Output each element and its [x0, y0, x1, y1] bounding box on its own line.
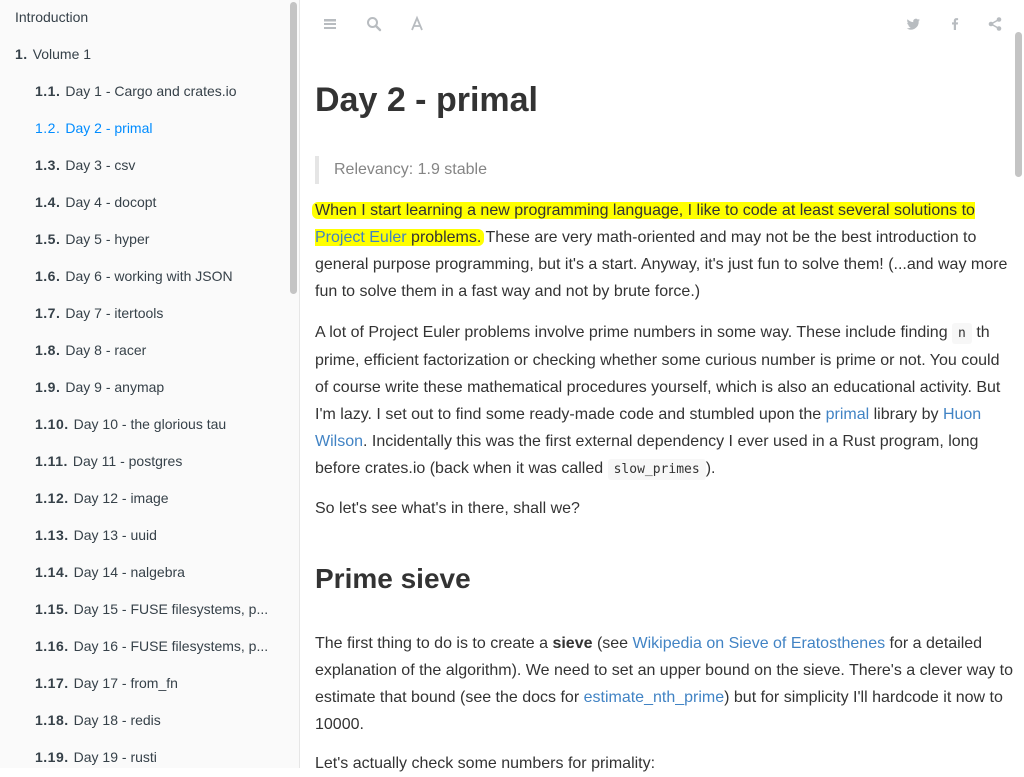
sidebar-item-day[interactable]: 1.3. Day 3 - csv	[0, 154, 299, 176]
sidebar-item-number: 1.11.	[35, 453, 68, 469]
primes-paragraph: A lot of Project Euler problems involve …	[315, 319, 1015, 483]
twitter-icon[interactable]	[903, 14, 923, 34]
sidebar-item-label: Day 11 - postgres	[72, 453, 183, 469]
sidebar-item-label: Day 10 - the glorious tau	[73, 416, 227, 432]
sidebar-item-number: 1.7.	[35, 305, 61, 321]
paragraph-text: problems.	[406, 229, 482, 246]
sidebar-item-number: 1.4.	[35, 194, 61, 210]
sidebar-item-label: Day 19 - rusti	[73, 749, 157, 765]
primal-link[interactable]: primal	[826, 406, 870, 423]
page-title: Day 2 - primal	[315, 81, 538, 119]
sidebar-item-label: Day 4 - docopt	[65, 194, 157, 210]
sidebar-item-number: 1.16.	[35, 638, 69, 654]
sidebar-item-day[interactable]: 1.12. Day 12 - image	[0, 487, 299, 509]
sidebar-item-day[interactable]: 1.15. Day 15 - FUSE filesystems, p...	[0, 598, 299, 620]
sidebar-item-label: Day 12 - image	[73, 490, 169, 506]
sidebar-item-day[interactable]: 1.5. Day 5 - hyper	[0, 228, 299, 250]
sidebar-item-number: 1.14.	[35, 564, 69, 580]
facebook-icon[interactable]	[945, 14, 965, 34]
shall-we-paragraph: So let's see what's in there, shall we?	[315, 500, 580, 517]
sidebar-item-day[interactable]: 1.8. Day 8 - racer	[0, 339, 299, 361]
share-icon[interactable]	[985, 14, 1005, 34]
sidebar-item-introduction[interactable]: Introduction	[0, 6, 299, 28]
sidebar-item-label: Day 16 - FUSE filesystems, p...	[73, 638, 269, 654]
paragraph-text: (see	[592, 635, 633, 652]
sidebar-item-number: 1.19.	[35, 749, 69, 765]
book-header	[300, 0, 1024, 48]
sidebar-item-number: 1.5.	[35, 231, 61, 247]
sidebar-item-day[interactable]: 1.18. Day 18 - redis	[0, 709, 299, 731]
sidebar-item-label: Day 15 - FUSE filesystems, p...	[73, 601, 269, 617]
search-icon[interactable]	[364, 14, 384, 34]
sidebar-item-number: 1.17.	[35, 675, 69, 691]
bold-text: sieve	[552, 635, 593, 652]
sidebar-item-number: 1.2.	[35, 120, 61, 136]
sidebar-item-label: Day 7 - itertools	[65, 305, 164, 321]
sidebar-item-number: 1.	[15, 46, 28, 62]
sidebar-item-volume-1[interactable]: 1. Volume 1	[0, 43, 299, 65]
estimate-nth-prime-link[interactable]: estimate_nth_prime	[584, 689, 725, 706]
paragraph-text: The first thing to do is to create a	[315, 635, 553, 652]
wikipedia-sieve-link[interactable]: Wikipedia on Sieve of Eratosthenes	[633, 635, 886, 652]
sidebar-item-number: 1.15.	[35, 601, 69, 617]
paragraph-text: library by	[869, 406, 943, 423]
sidebar-item-number: 1.9.	[35, 379, 61, 395]
sidebar-item-day[interactable]: 1.4. Day 4 - docopt	[0, 191, 299, 213]
inline-code-slow-primes: slow_primes	[607, 459, 706, 480]
sidebar-item-label: Day 1 - Cargo and crates.io	[65, 83, 237, 99]
sidebar-item-label: Day 5 - hyper	[65, 231, 150, 247]
sidebar-item-day[interactable]: 1.1. Day 1 - Cargo and crates.io	[0, 80, 299, 102]
sidebar-item-day[interactable]: 1.7. Day 7 - itertools	[0, 302, 299, 324]
sidebar-item-label: Day 8 - racer	[65, 342, 147, 358]
sidebar-item-label: Day 6 - working with JSON	[65, 268, 233, 284]
sidebar-item-day[interactable]: 1.19. Day 19 - rusti	[0, 746, 299, 768]
sidebar-item-number: 1.12.	[35, 490, 69, 506]
sidebar: Introduction 1. Volume 1 1.1. Day 1 - Carg…	[0, 0, 300, 768]
sidebar-item-day[interactable]: 1.16. Day 16 - FUSE filesystems, p...	[0, 635, 299, 657]
sidebar-item-number: 1.6.	[35, 268, 61, 284]
relevancy-text: Relevancy: 1.9 stable	[334, 161, 487, 178]
sidebar-item-label: Day 3 - csv	[65, 157, 136, 173]
sidebar-item-day[interactable]: 1.10. Day 10 - the glorious tau	[0, 413, 299, 435]
sidebar-item-day[interactable]: 1.11. Day 11 - postgres	[0, 450, 299, 472]
sidebar-item-day[interactable]: 1.17. Day 17 - from_fn	[0, 672, 299, 694]
sidebar-item-label: Day 13 - uuid	[73, 527, 157, 543]
inline-code-n: n	[952, 323, 972, 344]
page-scrollbar[interactable]	[1015, 32, 1022, 177]
sieve-paragraph: The first thing to do is to create a sie…	[315, 630, 1015, 738]
menu-icon[interactable]	[320, 14, 340, 34]
paragraph-text: A lot of Project Euler problems involve …	[315, 324, 953, 341]
paragraph-text: ).	[705, 460, 716, 477]
sidebar-item-day[interactable]: 1.6. Day 6 - working with JSON	[0, 265, 299, 287]
primality-paragraph: Let's actually check some numbers for pr…	[315, 755, 656, 772]
sidebar-item-label: Day 2 - primal	[65, 120, 153, 136]
sidebar-item-label: Introduction	[15, 9, 89, 25]
font-settings-icon[interactable]	[407, 14, 427, 34]
relevancy-blockquote: Relevancy: 1.9 stable	[315, 156, 487, 184]
sidebar-item-day[interactable]: 1.2. Day 2 - primal	[0, 117, 299, 139]
sidebar-item-day[interactable]: 1.14. Day 14 - nalgebra	[0, 561, 299, 583]
sidebar-item-day[interactable]: 1.9. Day 9 - anymap	[0, 376, 299, 398]
sidebar-item-number: 1.13.	[35, 527, 69, 543]
sidebar-item-label: Day 17 - from_fn	[73, 675, 178, 691]
section-heading-prime-sieve: Prime sieve	[315, 563, 471, 594]
sidebar-item-number: 1.8.	[35, 342, 61, 358]
sidebar-scrollbar[interactable]	[290, 2, 297, 294]
sidebar-item-number: 1.1.	[35, 83, 61, 99]
intro-paragraph: When I start learning a new programming …	[312, 197, 1015, 305]
project-euler-link[interactable]: Project Euler	[315, 229, 407, 246]
sidebar-item-number: 1.18.	[35, 712, 69, 728]
paragraph-text: When I start learning a new programming …	[315, 202, 975, 219]
sidebar-item-label: Day 9 - anymap	[65, 379, 165, 395]
sidebar-item-label: Day 14 - nalgebra	[73, 564, 185, 580]
sidebar-item-day[interactable]: 1.13. Day 13 - uuid	[0, 524, 299, 546]
sidebar-item-number: 1.3.	[35, 157, 61, 173]
sidebar-item-label: Volume 1	[32, 46, 92, 62]
sidebar-item-number: 1.10.	[35, 416, 69, 432]
sidebar-item-label: Day 18 - redis	[73, 712, 161, 728]
